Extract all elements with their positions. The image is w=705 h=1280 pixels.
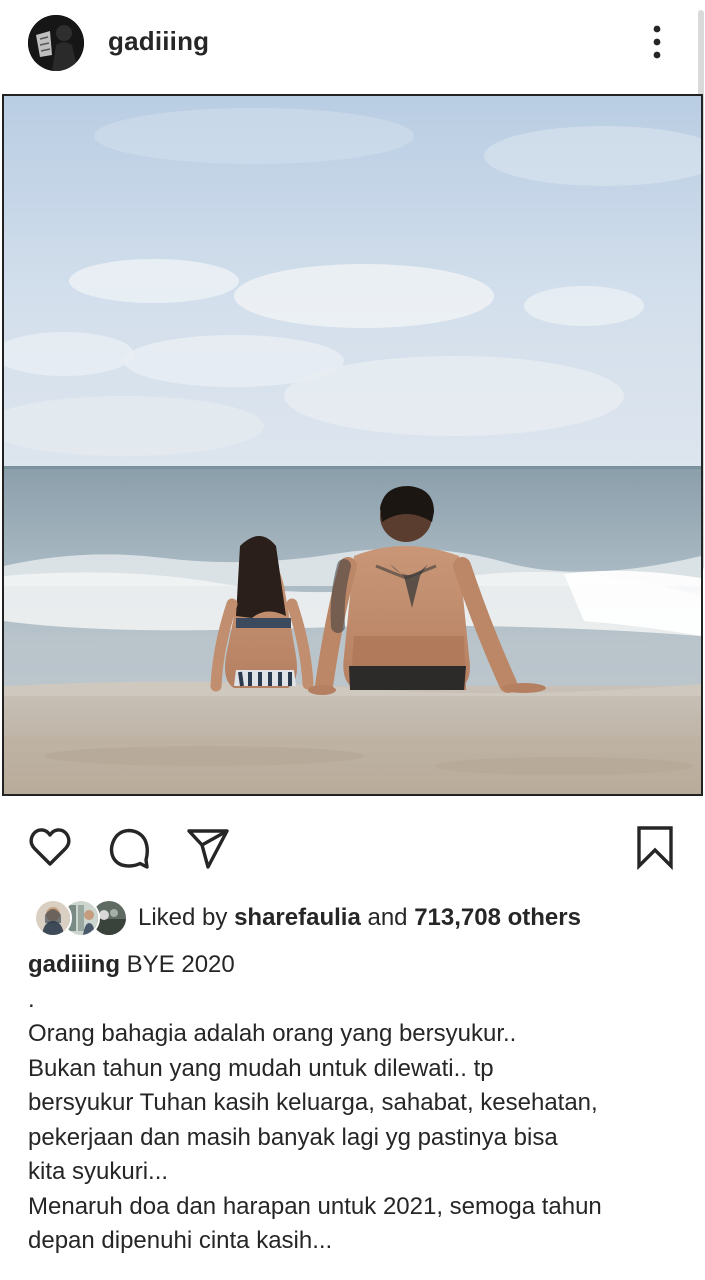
likes-count[interactable]: 713,708 others xyxy=(414,904,581,931)
post-header: gadiiing xyxy=(0,0,705,88)
avatar[interactable] xyxy=(28,15,84,71)
caption-line: gadiiing BYE 2020 xyxy=(28,948,688,983)
caption-line: . xyxy=(28,985,35,1013)
caption-line: pekerjaan dan masih banyak lagi yg pasti… xyxy=(28,1123,558,1151)
likes-connector: and xyxy=(367,904,408,931)
post-photo[interactable] xyxy=(2,94,703,796)
post-caption: gadiiing BYE 2020 . Orang bahagia adalah… xyxy=(28,948,688,1259)
share-icon[interactable] xyxy=(184,823,232,871)
post-username[interactable]: gadiiing xyxy=(108,26,209,57)
caption-line: bersyukur Tuhan kasih keluarga, sahabat,… xyxy=(28,1089,598,1116)
likes-summary: Liked by sharefaulia and 713,708 others xyxy=(138,904,581,932)
caption-username[interactable]: gadiiing xyxy=(28,951,120,978)
likes-prefix: Liked by xyxy=(138,904,228,931)
bookmark-icon[interactable] xyxy=(631,823,679,871)
caption-line: depan dipenuhi cinta kasih... xyxy=(28,1227,333,1254)
action-bar xyxy=(0,815,705,879)
comment-icon[interactable] xyxy=(105,823,153,871)
liker-username[interactable]: sharefaulia xyxy=(234,904,361,931)
caption-line: Bukan tahun yang mudah untuk dilewati.. … xyxy=(28,1054,494,1082)
likes-row: Liked by sharefaulia and 713,708 others xyxy=(0,894,705,940)
heart-icon[interactable] xyxy=(26,823,74,871)
caption-line: Menaruh doa dan harapan untuk 2021, semo… xyxy=(28,1192,602,1220)
avatar[interactable] xyxy=(34,899,72,937)
caption-text: BYE 2020 xyxy=(126,951,235,978)
caption-line: Orang bahagia adalah orang yang bersyuku… xyxy=(28,1020,517,1047)
more-vertical-icon[interactable] xyxy=(642,24,672,62)
caption-line: kita syukuri... xyxy=(28,1158,169,1185)
